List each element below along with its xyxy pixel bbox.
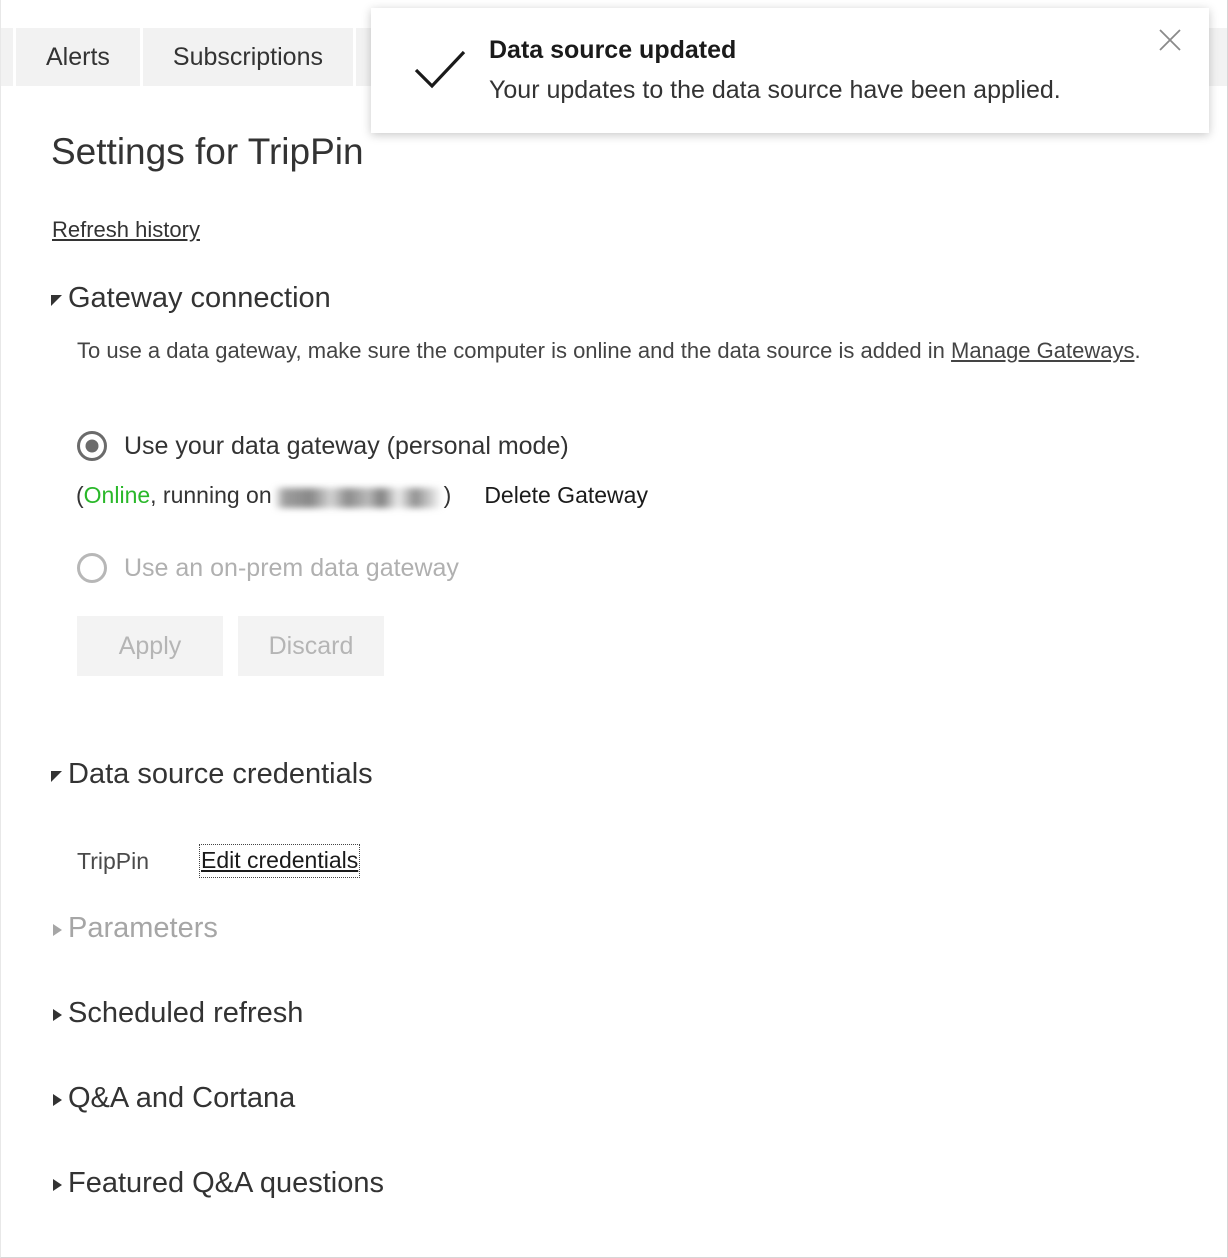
gateway-description-prefix: To use a data gateway, make sure the com… xyxy=(77,338,952,363)
section-featured-qna[interactable]: Featured Q&A questions xyxy=(49,1167,384,1200)
settings-page-body: Settings for TripPin Refresh history Gat… xyxy=(1,86,1227,1257)
triangle-collapsed-icon xyxy=(49,1092,65,1108)
section-scheduled-refresh-label: Scheduled refresh xyxy=(68,997,304,1029)
triangle-expanded-icon xyxy=(49,292,65,308)
tab-alerts-label: Alerts xyxy=(46,42,110,71)
radio-onprem-gateway: Use an on-prem data gateway xyxy=(77,553,459,583)
radio-personal-gateway-label: Use your data gateway (personal mode) xyxy=(124,431,569,460)
toast-title: Data source updated xyxy=(489,36,737,64)
table-row: TripPin Edit credentials xyxy=(77,844,361,878)
apply-button[interactable]: Apply xyxy=(77,616,223,676)
gateway-status-state: Online xyxy=(83,482,151,508)
section-parameters-label: Parameters xyxy=(68,912,218,944)
radio-personal-gateway[interactable]: Use your data gateway (personal mode) xyxy=(77,431,569,461)
section-data-source-credentials[interactable]: Data source credentials xyxy=(49,758,373,791)
tab-subscriptions-label: Subscriptions xyxy=(172,42,323,71)
triangle-collapsed-icon xyxy=(49,922,65,938)
section-scheduled-refresh[interactable]: Scheduled refresh xyxy=(49,997,303,1030)
section-featured-qna-label: Featured Q&A questions xyxy=(68,1167,384,1199)
manage-gateways-link[interactable]: Manage Gateways xyxy=(951,338,1134,363)
section-data-source-credentials-label: Data source credentials xyxy=(68,758,373,790)
toast-notification: Data source updated Your updates to the … xyxy=(371,8,1209,133)
gateway-hostname-redacted xyxy=(273,487,442,508)
triangle-expanded-icon xyxy=(49,768,65,784)
radio-personal-gateway-control[interactable] xyxy=(77,431,107,461)
tab-alerts[interactable]: Alerts xyxy=(16,28,140,86)
triangle-collapsed-icon xyxy=(49,1177,65,1193)
radio-onprem-gateway-control xyxy=(77,553,107,583)
toast-message: Your updates to the data source have bee… xyxy=(489,76,1061,104)
delete-gateway-link[interactable]: Delete Gateway xyxy=(484,482,648,509)
page-title: Settings for TripPin xyxy=(51,131,364,172)
section-qna-cortana-label: Q&A and Cortana xyxy=(68,1082,296,1114)
gateway-status-line: (Online, running on ) Delete Gateway xyxy=(76,482,648,509)
refresh-history-link[interactable]: Refresh history xyxy=(52,217,200,243)
section-qna-cortana[interactable]: Q&A and Cortana xyxy=(49,1082,295,1115)
gateway-status-close-paren: ) xyxy=(443,482,452,508)
gateway-action-buttons: Apply Discard xyxy=(77,616,384,676)
gateway-description: To use a data gateway, make sure the com… xyxy=(77,334,1197,368)
tab-subscriptions[interactable]: Subscriptions xyxy=(142,28,353,86)
settings-page-screenshot: Alerts Subscriptions D Settings for Trip… xyxy=(0,0,1228,1258)
edit-credentials-link[interactable]: Edit credentials xyxy=(199,844,361,878)
gateway-status-running-on: , running on xyxy=(150,482,272,508)
close-icon[interactable] xyxy=(1156,26,1184,59)
section-gateway-connection[interactable]: Gateway connection xyxy=(49,282,331,315)
tab-bar-left-edge xyxy=(1,28,13,86)
credential-source-name: TripPin xyxy=(77,847,149,874)
checkmark-icon xyxy=(414,50,466,97)
gateway-status-open-paren: ( xyxy=(76,482,84,508)
discard-button[interactable]: Discard xyxy=(238,616,384,676)
section-parameters[interactable]: Parameters xyxy=(49,912,218,945)
gateway-description-suffix: . xyxy=(1134,338,1141,363)
triangle-collapsed-icon xyxy=(49,1007,65,1023)
section-gateway-connection-label: Gateway connection xyxy=(68,282,331,314)
radio-onprem-gateway-label: Use an on-prem data gateway xyxy=(124,553,459,582)
